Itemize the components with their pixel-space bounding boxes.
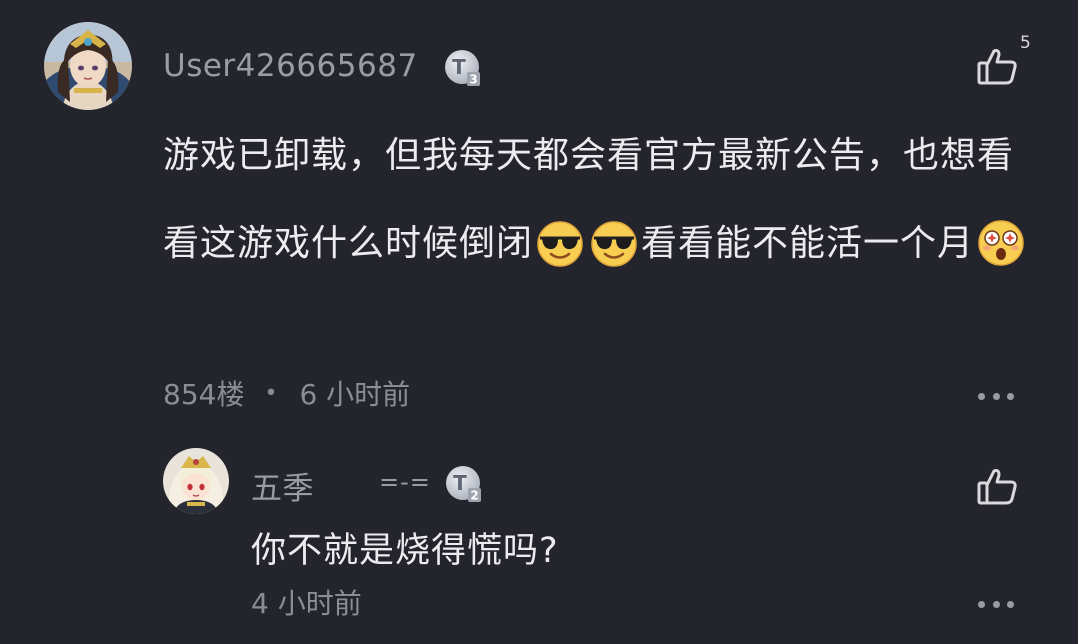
meta-separator: •	[264, 380, 278, 406]
more-icon[interactable]	[978, 596, 1014, 612]
reply-user-tag: =-=	[379, 468, 431, 496]
more-dot	[992, 392, 1000, 400]
more-dot	[978, 392, 985, 400]
comment-text-part-2: 看看能不能活一个月	[641, 223, 975, 264]
more-dot	[992, 600, 1000, 608]
level-badge-icon: T 2	[444, 464, 484, 504]
comment-thread: User426665687 T 3 5 游戏已卸载，但我每天都会看官方最新公告，…	[0, 0, 1078, 644]
astonished-emoji	[975, 217, 1027, 269]
sunglasses-emoji	[588, 217, 640, 269]
svg-text:T: T	[452, 55, 466, 79]
floor-number: 854楼	[163, 378, 245, 411]
more-icon[interactable]	[978, 388, 1014, 404]
comment-text: 游戏已卸载，但我每天都会看官方最新公告，也想看看这游戏什么时候倒闭 看看能不能活一…	[163, 112, 1033, 288]
comment-meta: 854楼 • 6 小时前	[163, 373, 410, 413]
username[interactable]: User426665687	[163, 48, 418, 84]
like-count: 5	[1020, 33, 1031, 53]
more-dot	[1007, 600, 1014, 608]
thumbs-up-icon[interactable]	[975, 465, 1019, 509]
reply-username[interactable]: 五季	[251, 463, 314, 508]
svg-text:3: 3	[469, 73, 477, 87]
comment-time: 6 小时前	[299, 378, 411, 411]
more-dot	[978, 600, 985, 608]
more-dot	[1007, 392, 1014, 400]
svg-text:2: 2	[470, 489, 478, 503]
reply-time: 4 小时前	[251, 587, 362, 620]
level-badge-icon: T 3	[443, 48, 483, 88]
reply-meta: 4 小时前	[251, 582, 362, 622]
user-avatar[interactable]	[44, 22, 132, 110]
reply-user-avatar[interactable]	[163, 448, 229, 514]
sunglasses-emoji	[534, 217, 586, 269]
svg-text:T: T	[453, 471, 467, 495]
thumbs-up-icon[interactable]	[975, 45, 1019, 89]
reply-text: 你不就是烧得慌吗?	[251, 531, 559, 571]
